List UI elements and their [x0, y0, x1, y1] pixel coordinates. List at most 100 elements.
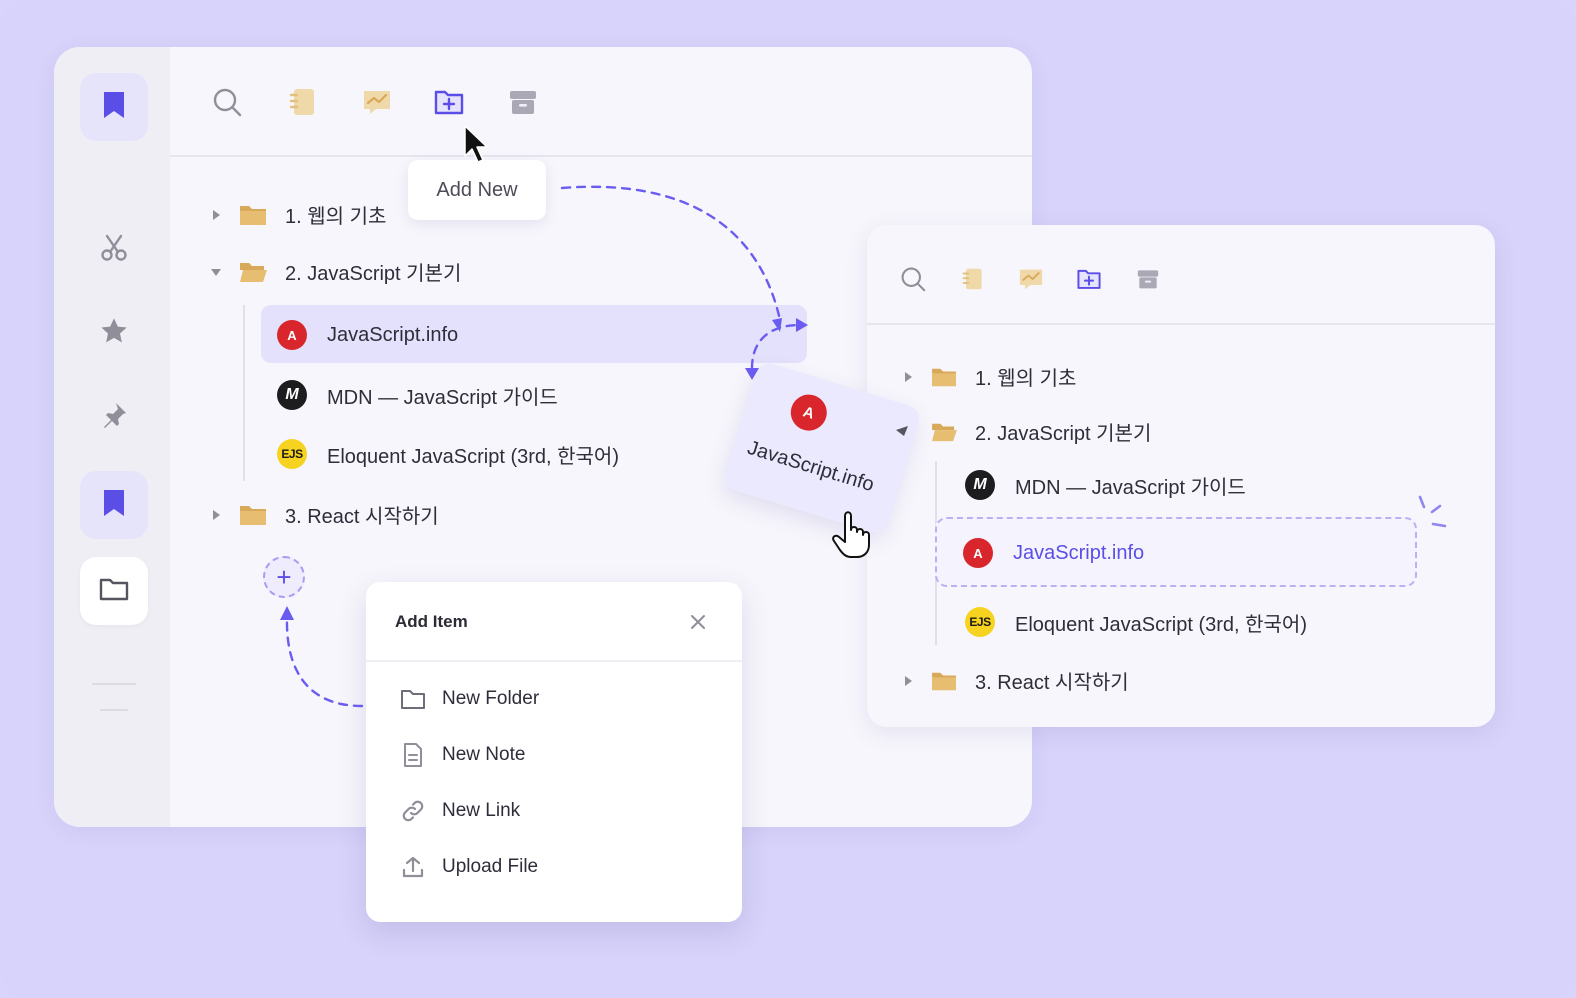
search-icon: [900, 266, 926, 297]
rail-folders[interactable]: [80, 557, 148, 625]
rail-bookmarks[interactable]: [80, 471, 148, 539]
folder-open-icon: [239, 260, 267, 284]
link-icon: [400, 798, 426, 824]
menu-item-label: Upload File: [442, 856, 539, 877]
caret-right-icon[interactable]: [207, 206, 225, 224]
menu-item-label: New Link: [442, 800, 521, 821]
add-folder-icon: [1076, 267, 1102, 296]
notes-icon: [962, 266, 984, 297]
toolbar-activity[interactable]: [360, 87, 394, 121]
toolbar-notes[interactable]: [959, 267, 987, 295]
toolbar-notes[interactable]: [286, 87, 320, 121]
star-icon: [98, 315, 130, 352]
rail-clipper[interactable]: [80, 215, 148, 283]
tree-link-label: MDN — JavaScript 가이드: [327, 386, 558, 409]
rail-divider: [100, 709, 128, 711]
folder-icon: [98, 575, 130, 608]
folder-open-icon: [931, 421, 957, 443]
upload-icon: [400, 854, 426, 880]
tree-folder-label: 2. JavaScript 기본기: [975, 423, 1152, 445]
menu-item-label: New Folder: [442, 688, 540, 709]
tree-folder-row[interactable]: 3. React 시작하기: [207, 500, 439, 529]
popup-title: Add Item: [395, 612, 468, 631]
search-icon: [212, 87, 242, 122]
toolbar-activity[interactable]: [1017, 267, 1045, 295]
menu-upload-file[interactable]: Upload File: [400, 854, 538, 880]
popup-header: Add Item: [366, 582, 742, 662]
bookmark-icon: [101, 488, 127, 523]
mdn-icon: M: [965, 470, 995, 500]
toolbar-search[interactable]: [210, 87, 244, 121]
caret-right-icon[interactable]: [899, 368, 917, 386]
tree-link-row[interactable]: M MDN — JavaScript 가이드: [277, 380, 558, 410]
chart-icon: [1018, 267, 1044, 296]
rail-favorites[interactable]: [80, 299, 148, 367]
tree-link-row-dropped[interactable]: A JavaScript.info: [963, 538, 1144, 568]
javascript-info-icon: A: [963, 538, 993, 568]
tree-link-label: Eloquent JavaScript (3rd, 한국어): [327, 445, 619, 468]
tree-link-row[interactable]: M MDN — JavaScript 가이드: [965, 470, 1246, 500]
toolbar-archive[interactable]: [506, 87, 540, 121]
tree-folder-row[interactable]: 2. JavaScript 기본기: [207, 257, 461, 286]
javascript-info-icon: A: [277, 320, 307, 350]
caret-right-icon[interactable]: [207, 506, 225, 524]
folder-outline-icon: [400, 686, 426, 712]
folder-icon: [239, 203, 267, 227]
chart-icon: [362, 88, 392, 121]
tree-guide-line: [243, 305, 245, 481]
tree-folder-label: 2. JavaScript 기본기: [285, 263, 462, 285]
bookmark-icon: [101, 90, 127, 125]
pin-icon: [99, 400, 129, 435]
add-item-popup: Add Item New Folder New Note New Link Up…: [366, 582, 742, 922]
tree-link-label: MDN — JavaScript 가이드: [1015, 476, 1246, 499]
tree-link-row[interactable]: A JavaScript.info: [277, 320, 458, 350]
secondary-window: 1. 웹의 기초 2. JavaScript 기본기 M MDN — JavaS…: [867, 225, 1495, 727]
toolbar-add-new[interactable]: [432, 87, 466, 121]
tree-folder-row[interactable]: 2. JavaScript 기본기: [899, 417, 1151, 446]
folder-icon: [239, 503, 267, 527]
rail-bookmarks-top[interactable]: [80, 73, 148, 141]
add-new-tooltip: Add New: [408, 160, 546, 220]
add-folder-icon: [433, 88, 465, 121]
sidebar-rail: [54, 47, 170, 827]
tree-link-row[interactable]: EJS Eloquent JavaScript (3rd, 한국어): [277, 439, 619, 469]
menu-new-folder[interactable]: New Folder: [400, 686, 539, 712]
mdn-icon: M: [277, 380, 307, 410]
menu-new-note[interactable]: New Note: [400, 742, 525, 768]
caret-down-icon[interactable]: [207, 263, 225, 281]
main-toolbar: [170, 47, 1032, 157]
tree-folder-row[interactable]: 1. 웹의 기초: [899, 362, 1076, 391]
toolbar-add-new[interactable]: [1075, 267, 1103, 295]
tree-folder-label: 3. React 시작하기: [975, 672, 1129, 694]
rail-divider: [92, 683, 136, 685]
close-icon[interactable]: [688, 612, 708, 632]
toolbar-archive[interactable]: [1134, 267, 1162, 295]
folder-icon: [931, 670, 957, 692]
archive-icon: [1136, 268, 1160, 295]
tree-link-label: Eloquent JavaScript (3rd, 한국어): [1015, 613, 1307, 636]
note-icon: [400, 742, 426, 768]
tree-link-label: JavaScript.info: [327, 323, 459, 346]
tree-link-row[interactable]: EJS Eloquent JavaScript (3rd, 한국어): [965, 607, 1307, 637]
tree-folder-label: 1. 웹의 기초: [285, 206, 387, 228]
drag-ghost-label: JavaScript.info: [744, 436, 877, 497]
rail-pinned[interactable]: [80, 383, 148, 451]
javascript-info-icon: A: [786, 390, 832, 436]
folder-icon: [931, 366, 957, 388]
eloquent-js-icon: EJS: [277, 439, 307, 469]
scissors-icon: [99, 232, 129, 267]
secondary-toolbar: [867, 225, 1495, 325]
tree-folder-row[interactable]: 1. 웹의 기초: [207, 200, 386, 229]
tree-folder-label: 3. React 시작하기: [285, 506, 439, 528]
tree-link-label: JavaScript.info: [1013, 541, 1145, 564]
app-canvas: 1. 웹의 기초 2. JavaScript 기본기 A JavaScript.…: [0, 0, 1576, 998]
archive-icon: [508, 88, 538, 121]
eloquent-js-icon: EJS: [965, 607, 995, 637]
caret-right-icon[interactable]: [899, 672, 917, 690]
add-item-button[interactable]: +: [263, 556, 305, 598]
toolbar-search[interactable]: [899, 267, 927, 295]
notes-icon: [289, 87, 317, 122]
tree-folder-row[interactable]: 3. React 시작하기: [899, 666, 1129, 695]
menu-new-link[interactable]: New Link: [400, 798, 520, 824]
menu-item-label: New Note: [442, 744, 526, 765]
